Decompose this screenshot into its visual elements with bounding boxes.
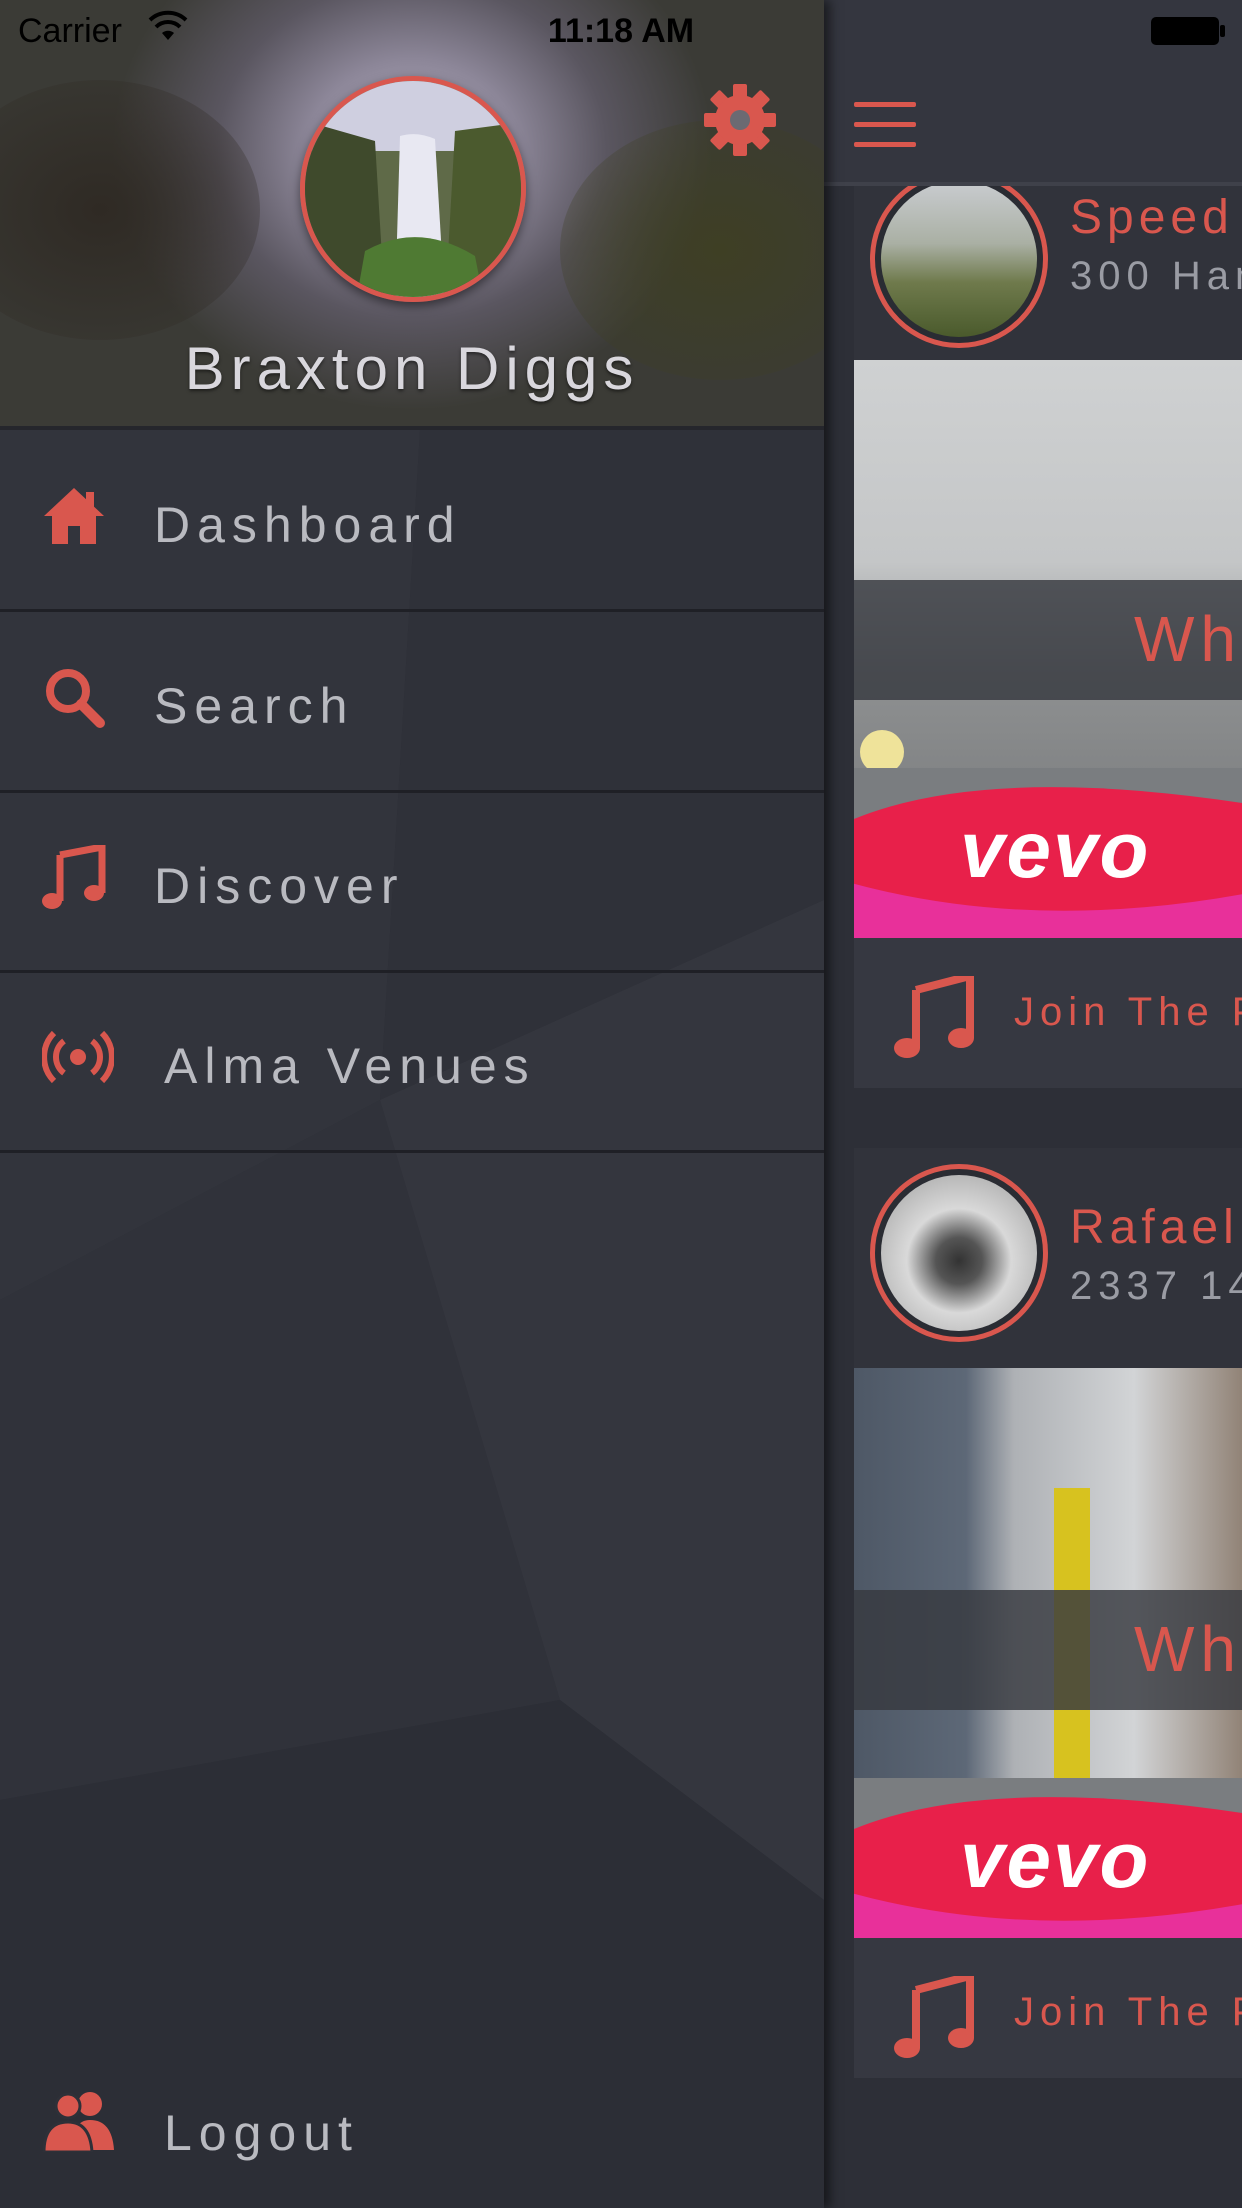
user-name: Braxton Diggs (184, 335, 640, 402)
card-action[interactable]: Join The P (854, 1938, 1242, 2078)
join-label[interactable]: Join The P (1014, 1990, 1242, 2035)
event-card[interactable]: Rafael 2337 14 Wha vevo (854, 1148, 1242, 2078)
profile-avatar[interactable] (300, 76, 526, 302)
vevo-text: vevo (960, 1815, 1151, 1904)
app-screen: Carrier 11:18 AM Speed 300 Ham (0, 0, 1242, 2208)
music-note-icon (894, 1976, 974, 2058)
vevo-logo: vevo (854, 768, 1242, 938)
card-title[interactable]: Speed (1070, 190, 1234, 245)
media-caption: Wha (1134, 1613, 1242, 1685)
venue-avatar[interactable] (870, 170, 1048, 348)
vevo-text: vevo (960, 805, 1151, 894)
menu-item-label: Search (154, 678, 355, 734)
caption-band: Wha (854, 1590, 1242, 1710)
menu-item-discover[interactable]: Discover (0, 795, 824, 973)
caption-band: Wha (854, 580, 1242, 700)
media-caption: Wha (1134, 603, 1242, 675)
battery-icon (1151, 17, 1225, 45)
search-icon (46, 669, 105, 728)
logout-button[interactable]: Logout (0, 2090, 824, 2208)
profile-header: Braxton Diggs (0, 0, 824, 430)
menu-item-label: Discover (154, 858, 405, 914)
menu-item-alma-venues[interactable]: Alma Venues (0, 975, 824, 1153)
venue-avatar[interactable] (870, 1164, 1048, 1342)
clock: 11:18 AM (547, 12, 695, 50)
menu-item-label: Alma Venues (164, 1038, 536, 1094)
event-card[interactable]: Speed 300 Ham Wha vevo (854, 150, 1242, 1088)
feed-panel: Speed 300 Ham Wha vevo (824, 0, 1242, 2208)
vevo-logo: vevo (854, 1778, 1242, 1938)
music-note-icon (42, 845, 106, 909)
card-action[interactable]: Join The P (854, 938, 1242, 1088)
card-subtitle: 2337 14 (1070, 1264, 1242, 1308)
status-bar: Carrier 11:18 AM (0, 0, 1242, 60)
menu-item-search[interactable]: Search (0, 615, 824, 793)
users-icon (42, 2092, 114, 2152)
join-label[interactable]: Join The P (1014, 990, 1242, 1035)
card-title[interactable]: Rafael (1070, 1200, 1239, 1255)
side-drawer: Braxton Diggs Dashboard Search Discover … (0, 0, 824, 2208)
menu-item-label: Dashboard (154, 497, 462, 553)
card-subtitle: 300 Ham (1070, 254, 1242, 298)
video-thumbnail[interactable]: Wha vevo (854, 360, 1242, 938)
video-thumbnail[interactable]: Wha vevo (854, 1368, 1242, 1938)
logout-label: Logout (164, 2105, 359, 2161)
menu-icon[interactable] (854, 102, 916, 148)
gear-icon[interactable] (704, 84, 776, 156)
music-note-icon (894, 976, 974, 1058)
card-header: Rafael 2337 14 (854, 1148, 1242, 1368)
home-icon (44, 488, 104, 544)
broadcast-icon (42, 1030, 114, 1084)
menu-item-dashboard[interactable]: Dashboard (0, 434, 824, 612)
